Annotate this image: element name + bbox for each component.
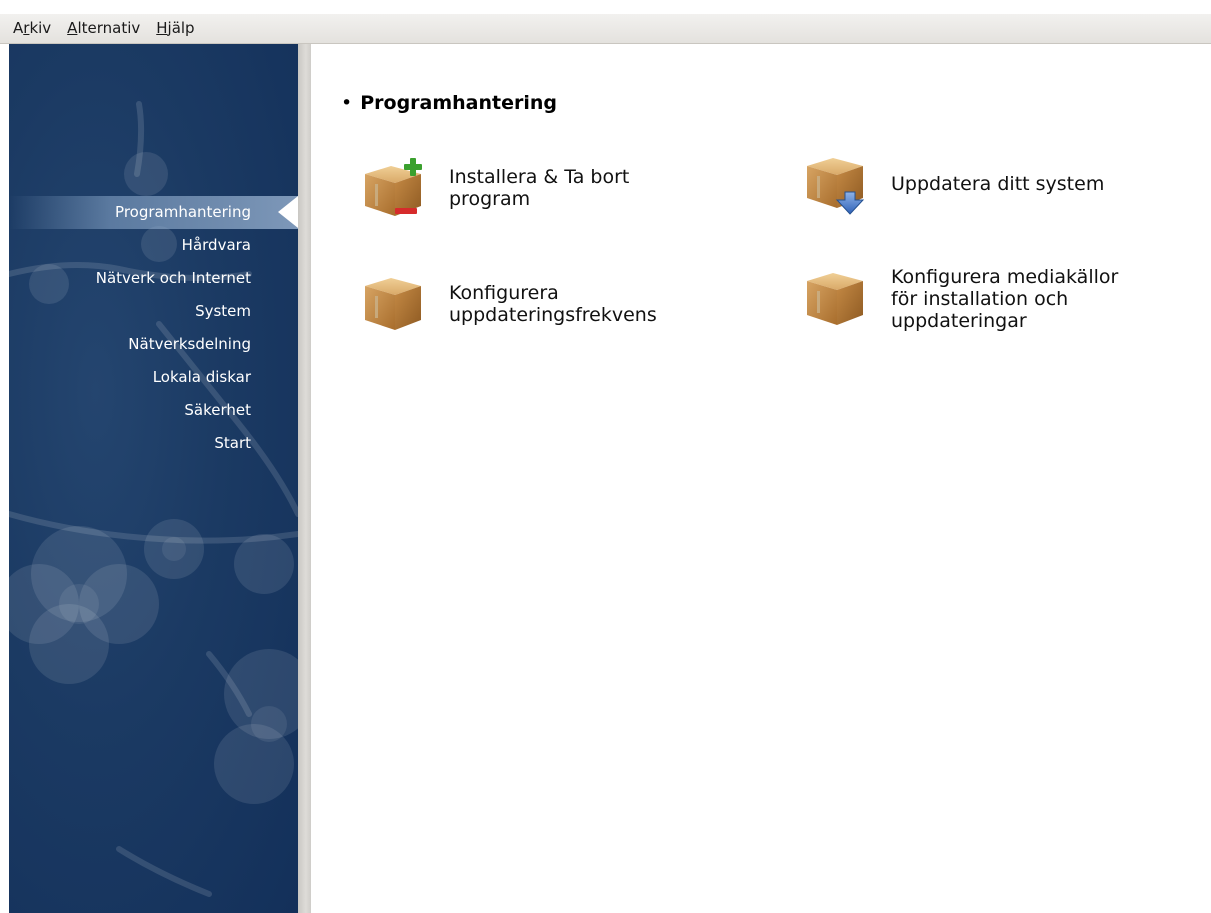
menubar: Arkiv Alternativ Hjälp	[0, 14, 1211, 44]
sidebar-item-start[interactable]: Start	[9, 427, 298, 460]
sidebar-nav: Programhantering Hårdvara Nätverk och In…	[9, 196, 298, 460]
sidebar-item-natverksdelning[interactable]: Nätverksdelning	[9, 328, 298, 361]
sidebar-item-label: Nätverksdelning	[128, 335, 251, 353]
package-add-remove-icon	[365, 158, 422, 216]
menu-alternativ[interactable]: Alternativ	[59, 14, 148, 43]
package-update-icon	[807, 158, 865, 215]
tool-install-remove[interactable]: Installera & Ta bort program	[361, 156, 629, 220]
tool-update-system[interactable]: Uppdatera ditt system	[803, 152, 1104, 216]
sidebar-item-label: Start	[214, 434, 251, 452]
sidebar-item-label: Säkerhet	[184, 401, 251, 419]
tool-configure-media-sources[interactable]: Konfigurera mediakällor för installation…	[803, 266, 1118, 332]
tool-label: Konfigurera uppdateringsfrekvens	[449, 282, 657, 326]
menu-hjalp[interactable]: Hjälp	[148, 14, 202, 43]
sidebar-item-label: Hårdvara	[181, 236, 251, 254]
window-left-edge	[0, 44, 9, 913]
sidebar-item-label: Nätverk och Internet	[95, 269, 251, 287]
sidebar-item-label: Lokala diskar	[152, 368, 251, 386]
sidebar-item-label: Programhantering	[115, 203, 251, 221]
sidebar-flower-decoration	[9, 101, 298, 897]
tool-label: Konfigurera mediakällor för installation…	[891, 266, 1119, 332]
package-icon	[807, 273, 863, 325]
sidebar-item-programhantering[interactable]: Programhantering	[9, 196, 298, 229]
sidebar-item-label: System	[195, 302, 251, 320]
sidebar-item-natverk-och-internet[interactable]: Nätverk och Internet	[9, 262, 298, 295]
sidebar-item-hardvara[interactable]: Hårdvara	[9, 229, 298, 262]
section-title: • Programhantering	[341, 92, 558, 114]
sidebar-item-system[interactable]: System	[9, 295, 298, 328]
tool-label: Installera & Ta bort program	[449, 166, 630, 210]
sidebar-splitter[interactable]	[298, 44, 311, 913]
main-panel: • Programhantering Installera & Ta bort p…	[311, 44, 1211, 913]
menu-arkiv[interactable]: Arkiv	[0, 14, 59, 43]
window-title-clipped	[0, 0, 1211, 14]
package-icon	[365, 278, 421, 330]
tool-label: Uppdatera ditt system	[891, 173, 1105, 195]
sidebar-item-sakerhet[interactable]: Säkerhet	[9, 394, 298, 427]
active-pointer-icon	[278, 196, 298, 228]
sidebar	[9, 44, 298, 913]
tool-configure-update-frequency[interactable]: Konfigurera uppdateringsfrekvens	[361, 272, 657, 336]
sidebar-item-lokala-diskar[interactable]: Lokala diskar	[9, 361, 298, 394]
